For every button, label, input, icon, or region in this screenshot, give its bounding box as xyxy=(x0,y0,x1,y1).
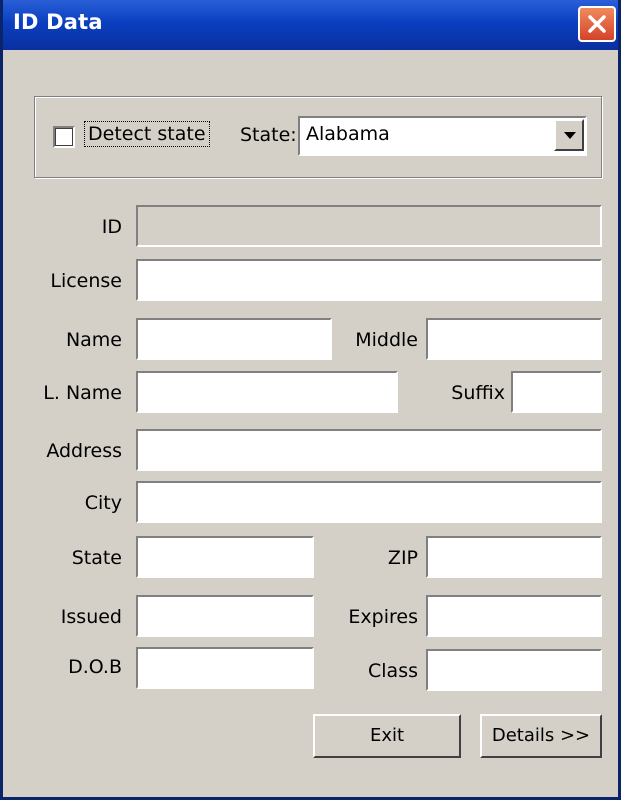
expires-label: Expires xyxy=(348,606,418,628)
middle-field[interactable] xyxy=(426,318,602,360)
class-label: Class xyxy=(368,660,418,682)
expires-field[interactable] xyxy=(426,595,602,637)
last-name-label: L. Name xyxy=(43,382,122,404)
id-label: ID xyxy=(101,216,122,238)
last-name-field[interactable] xyxy=(136,371,398,413)
city-field[interactable] xyxy=(136,481,602,523)
state-label: State xyxy=(71,547,122,569)
dropdown-arrow-button[interactable] xyxy=(554,119,584,151)
address-label: Address xyxy=(46,440,122,462)
details-button[interactable]: Details >> xyxy=(480,714,602,758)
zip-field[interactable] xyxy=(426,536,602,578)
suffix-label: Suffix xyxy=(451,382,505,404)
class-field[interactable] xyxy=(426,649,602,691)
close-icon xyxy=(588,15,606,33)
suffix-field[interactable] xyxy=(511,371,602,413)
detect-state-checkbox[interactable] xyxy=(53,126,75,148)
state-combo-label: State: xyxy=(240,124,297,146)
dob-label: D.O.B xyxy=(68,656,122,678)
name-field[interactable] xyxy=(136,318,332,360)
state-dropdown-value: Alabama xyxy=(306,123,390,145)
license-label: License xyxy=(50,270,122,292)
middle-label: Middle xyxy=(355,329,418,351)
state-field[interactable] xyxy=(136,536,314,578)
chevron-down-icon xyxy=(564,132,576,139)
exit-button[interactable]: Exit xyxy=(313,714,461,758)
issued-label: Issued xyxy=(60,606,122,628)
title-bar[interactable]: ID Data xyxy=(3,0,618,50)
state-dropdown[interactable]: Alabama xyxy=(298,116,587,156)
issued-field[interactable] xyxy=(136,595,314,637)
dob-field[interactable] xyxy=(136,647,314,689)
license-field[interactable] xyxy=(136,259,602,301)
window-title: ID Data xyxy=(13,10,103,34)
address-field[interactable] xyxy=(136,429,602,471)
zip-label: ZIP xyxy=(387,547,418,569)
name-label: Name xyxy=(65,329,122,351)
id-field xyxy=(136,205,602,247)
detect-state-label[interactable]: Detect state xyxy=(84,121,210,147)
city-label: City xyxy=(84,492,122,514)
close-button[interactable] xyxy=(578,6,616,42)
